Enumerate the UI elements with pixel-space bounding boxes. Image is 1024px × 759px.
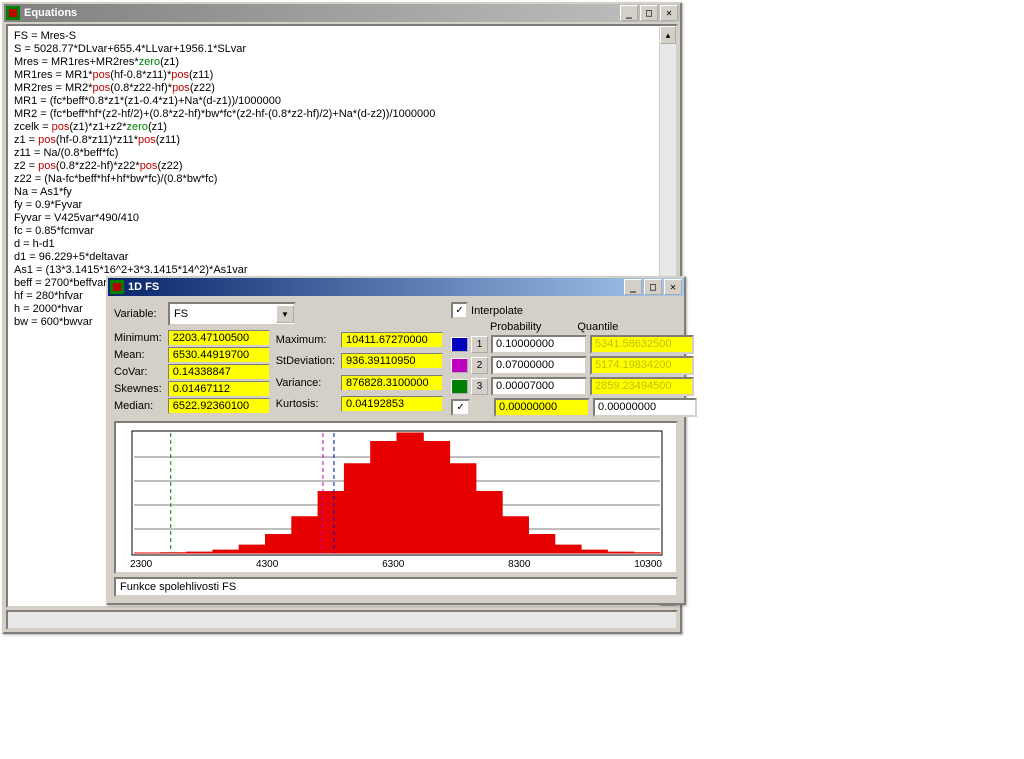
quantile-input[interactable]: 5174.19834200 [590, 356, 694, 375]
scroll-up-icon[interactable]: ▴ [660, 26, 676, 44]
fs-window: 1D FS _ □ ✕ Variable: FS ▼ Minimum: [106, 276, 686, 605]
stat-label: Variance: [276, 377, 339, 389]
app-icon [110, 280, 124, 294]
stat-minimum: 2203.47100500 [168, 330, 270, 346]
interpolate-label: Interpolate [471, 305, 523, 317]
row-index-button[interactable]: 2 [471, 357, 488, 374]
equation-line: Mres = MR1res+MR2res*zero(z1) [14, 56, 672, 69]
probability-row: 10.100000005341.58632500 [451, 335, 697, 354]
fs-title: 1D FS [128, 281, 159, 293]
x-tick-label: 10300 [634, 559, 662, 570]
stat-stddev: 936.39110950 [341, 353, 443, 369]
equation-line: z22 = (Na-fc*beff*hf+hf*bw*fc)/(0.8*bw*f… [14, 173, 672, 186]
equations-title: Equations [24, 7, 77, 19]
fs-titlebar[interactable]: 1D FS _ □ ✕ [108, 278, 684, 296]
stat-label: Mean: [114, 349, 166, 361]
equation-line: fc = 0.85*fcmvar [14, 225, 672, 238]
close-button[interactable]: ✕ [664, 279, 682, 295]
stat-median: 6522.92360100 [168, 398, 270, 414]
close-button[interactable]: ✕ [660, 5, 678, 21]
equation-line: z1 = pos(hf-0.8*z11)*z11*pos(z11) [14, 134, 672, 147]
stat-covar: 0.14338847 [168, 364, 270, 380]
stat-mean: 6530.44919700 [168, 347, 270, 363]
equation-line: d1 = 96.229+5*deltavar [14, 251, 672, 264]
histogram-chart: 2300 4300 6300 8300 10300 [114, 421, 678, 574]
stat-label: Kurtosis: [276, 398, 339, 410]
quantile-input[interactable]: 2859.23494500 [590, 377, 694, 396]
x-tick-label: 8300 [508, 559, 530, 570]
chart-canvas [124, 429, 670, 557]
probability-header: Probability [490, 321, 541, 333]
minimize-button[interactable]: _ [620, 5, 638, 21]
variable-value: FS [174, 308, 188, 320]
probability-row: 20.070000005174.19834200 [451, 356, 697, 375]
row-checkbox[interactable]: ✓ [451, 399, 470, 416]
x-tick-label: 4300 [256, 559, 278, 570]
row-index-button[interactable]: 3 [471, 378, 488, 395]
equation-line: FS = Mres-S [14, 30, 672, 43]
stat-label: Maximum: [276, 334, 339, 346]
color-swatch[interactable] [451, 337, 468, 352]
equations-titlebar[interactable]: Equations _ □ ✕ [4, 4, 680, 22]
equation-line: z11 = Na/(0.8*beff*fc) [14, 147, 672, 160]
stat-label: Median: [114, 400, 166, 412]
equation-line: MR2res = MR2*pos(0.8*z22-hf)*pos(z22) [14, 82, 672, 95]
color-swatch[interactable] [451, 379, 468, 394]
probability-input[interactable]: 0.10000000 [491, 335, 587, 354]
quantile-input[interactable]: 0.00000000 [593, 398, 697, 417]
probability-input[interactable]: 0.00007000 [491, 377, 587, 396]
probability-input[interactable]: 0.00000000 [494, 398, 590, 417]
x-tick-label: 6300 [382, 559, 404, 570]
equation-line: Fyvar = V425var*490/410 [14, 212, 672, 225]
row-index-button[interactable]: 1 [471, 336, 488, 353]
interpolate-checkbox[interactable]: ✓ [451, 302, 468, 319]
equation-line: S = 5028.77*DLvar+655.4*LLvar+1956.1*SLv… [14, 43, 672, 56]
stat-variance: 876828.3100000 [341, 375, 443, 391]
probability-row: 30.000070002859.23494500 [451, 377, 697, 396]
maximize-button[interactable]: □ [640, 5, 658, 21]
equation-line: fy = 0.9*Fyvar [14, 199, 672, 212]
probability-row: ✓ 0.000000000.00000000 [451, 398, 697, 417]
stat-label: Minimum: [114, 332, 166, 344]
status-text[interactable]: Funkce spolehlivosti FS [114, 577, 678, 597]
probability-input[interactable]: 0.07000000 [491, 356, 587, 375]
equation-line: d = h-d1 [14, 238, 672, 251]
stat-skewness: 0.01467112 [168, 381, 270, 397]
equation-line: MR1res = MR1*pos(hf-0.8*z11)*pos(z11) [14, 69, 672, 82]
stat-kurtosis: 0.04192853 [341, 396, 443, 412]
variable-label: Variable: [114, 308, 168, 320]
equation-line: Na = As1*fy [14, 186, 672, 199]
stat-maximum: 10411.67270000 [341, 332, 443, 348]
color-swatch[interactable] [451, 358, 468, 373]
app-icon [6, 6, 20, 20]
variable-select[interactable]: FS ▼ [168, 302, 296, 326]
equation-line: z2 = pos(0.8*z22-hf)*z22*pos(z22) [14, 160, 672, 173]
chevron-down-icon[interactable]: ▼ [276, 305, 294, 323]
stat-label: CoVar: [114, 366, 166, 378]
equation-line: zcelk = pos(z1)*z1+z2*zero(z1) [14, 121, 672, 134]
x-tick-label: 2300 [130, 559, 152, 570]
quantile-input[interactable]: 5341.58632500 [590, 335, 694, 354]
maximize-button[interactable]: □ [644, 279, 662, 295]
stat-label: StDeviation: [276, 355, 339, 367]
equation-line: MR1 = (fc*beff*0.8*z1*(z1-0.4*z1)+Na*(d-… [14, 95, 672, 108]
minimize-button[interactable]: _ [624, 279, 642, 295]
horizontal-scrollbar[interactable] [6, 610, 678, 630]
stat-label: Skewnes: [114, 383, 166, 395]
equation-line: MR2 = (fc*beff*hf*(z2-hf/2)+(0.8*z2-hf)*… [14, 108, 672, 121]
quantile-header: Quantile [577, 321, 618, 333]
